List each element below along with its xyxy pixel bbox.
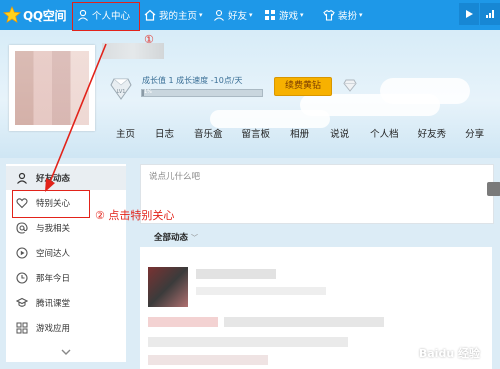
tab-message-board[interactable]: 留言板: [242, 126, 271, 140]
nav-label: 装扮: [338, 11, 358, 22]
apps-icon: [16, 322, 28, 334]
person-icon: [17, 172, 27, 184]
growth-progress-bar: 1%: [141, 89, 263, 97]
sidebar-item-label: 好友动态: [36, 174, 71, 184]
nav-label: 游戏: [279, 11, 299, 22]
graduation-icon: [16, 297, 28, 307]
music-play-button[interactable]: [459, 3, 479, 25]
profile-page-tabs: 主页 日志 音乐盒 留言板 相册 说说 个人档 好友秀 分享: [116, 126, 484, 140]
feed-text-blurred: [148, 337, 348, 347]
renew-yellow-diamond-button[interactable]: 续费黄钻: [274, 77, 332, 96]
level-diamond-icon: LV1: [110, 78, 132, 100]
nav-label: 我的主页: [159, 11, 198, 22]
annotation-highlight-box: [72, 2, 140, 31]
play-icon: [466, 10, 473, 18]
sidebar-item-label: 游戏应用: [36, 324, 71, 334]
sidebar-item-label: 空间达人: [36, 249, 71, 259]
grid-icon: [265, 10, 275, 20]
tab-profile[interactable]: 个人档: [370, 126, 399, 140]
sidebar-item-label: 与我相关: [36, 224, 71, 234]
annotation-step-2: ② 点击特别关心: [95, 209, 175, 222]
tab-home[interactable]: 主页: [116, 126, 135, 140]
baidu-jingyan-watermark: Baidu 经验: [418, 347, 480, 360]
sidebar-item-friend-feed[interactable]: 好友动态: [6, 166, 126, 190]
feed-text-blurred: [148, 355, 268, 365]
filter-label: 全部动态: [154, 233, 189, 243]
nav-label: 好友: [228, 11, 248, 22]
nav-dress-up[interactable]: 装扮 ▾: [323, 0, 363, 30]
tab-friend-show[interactable]: 好友秀: [418, 126, 447, 140]
feed-text-blurred: [196, 269, 276, 279]
at-icon: [16, 222, 28, 234]
username-blurred: [102, 43, 164, 59]
feed-text-blurred: [196, 287, 326, 295]
play-circle-icon: [16, 247, 28, 259]
avatar-image-blurred: [15, 51, 89, 125]
star-logo-icon: [3, 6, 21, 23]
home-icon: [144, 9, 156, 21]
sidebar-item-game-apps[interactable]: 游戏应用: [6, 316, 126, 340]
tab-blog[interactable]: 日志: [155, 126, 174, 140]
chevron-down-icon: ▾: [300, 11, 304, 19]
feed-text-blurred: [224, 317, 384, 327]
friends-icon: [214, 9, 224, 21]
signal-button[interactable]: [480, 3, 500, 25]
progress-text: 1%: [144, 89, 152, 95]
post-input-box[interactable]: 说点儿什么吧: [140, 164, 500, 224]
signal-icon: [486, 10, 494, 18]
diamond-icon[interactable]: [343, 79, 357, 92]
feed-text-blurred: [148, 317, 218, 327]
tab-moments[interactable]: 说说: [330, 126, 349, 140]
cloud-decoration: [380, 78, 470, 104]
sidebar-expand-button[interactable]: [6, 344, 126, 360]
clock-icon: [16, 272, 28, 284]
sidebar-item-label: 腾讯课堂: [36, 299, 71, 309]
sidebar-item-label: 那年今日: [36, 274, 71, 284]
chevron-down-icon: ▾: [199, 11, 203, 19]
feed-item-card: Baidu 经验: [140, 247, 492, 369]
tab-music-box[interactable]: 音乐盒: [194, 126, 223, 140]
level-badge-text: LV1: [117, 89, 126, 95]
sidebar-item-tencent-classroom[interactable]: 腾讯课堂: [6, 291, 126, 315]
feed-avatar-blurred[interactable]: [148, 267, 188, 307]
sidebar-item-on-this-day[interactable]: 那年今日: [6, 266, 126, 290]
avatar[interactable]: [9, 45, 95, 131]
qzone-logo[interactable]: QQ空间: [3, 4, 67, 26]
sidebar-item-space-talent[interactable]: 空间达人: [6, 241, 126, 265]
tab-share[interactable]: 分享: [465, 126, 484, 140]
nav-friends[interactable]: 好友 ▾: [213, 0, 253, 30]
camera-icon[interactable]: [487, 182, 500, 196]
growth-info: 成长值 1 成长速度 -10点/天: [142, 76, 243, 85]
nav-games[interactable]: 游戏 ▾: [264, 0, 304, 30]
chevron-down-icon: ▾: [249, 11, 253, 19]
chevron-down-icon: [61, 349, 71, 355]
tab-album[interactable]: 相册: [290, 126, 309, 140]
post-placeholder: 说点儿什么吧: [149, 172, 201, 182]
annotation-highlight-box: [12, 190, 90, 218]
topbar-right-tools: [458, 3, 500, 25]
feed-filter-dropdown[interactable]: 全部动态 ﹀: [154, 231, 198, 243]
annotation-step-1: ①: [144, 33, 154, 46]
chevron-down-icon: ▾: [359, 11, 363, 19]
nav-my-homepage[interactable]: 我的主页 ▾: [144, 0, 203, 30]
logo-text: QQ空间: [23, 8, 67, 23]
shirt-icon: [323, 9, 335, 21]
chevron-down-icon: ﹀: [190, 234, 198, 242]
